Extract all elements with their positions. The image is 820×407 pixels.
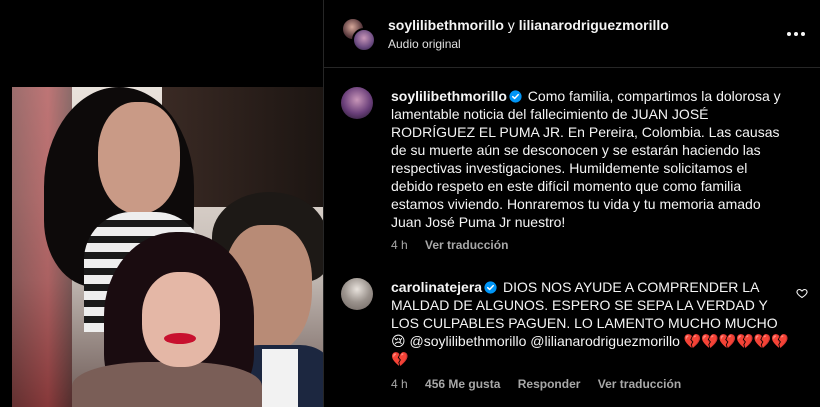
- photo-person-3-shirt: [262, 349, 298, 407]
- verified-badge-icon: [509, 90, 522, 103]
- avatar: [352, 28, 376, 52]
- reply-button[interactable]: Responder: [518, 377, 581, 391]
- caption-timestamp[interactable]: 4 h: [391, 238, 408, 252]
- author-link-2[interactable]: lilianarodriguezmorillo: [519, 17, 669, 33]
- post-side-panel: soylilibethmorillo y lilianarodriguezmor…: [323, 0, 820, 407]
- photo-person-1-face: [98, 102, 180, 214]
- caption-translate-button[interactable]: Ver traducción: [425, 238, 508, 252]
- caption: soylilibethmorillo Como familia, compart…: [324, 68, 820, 258]
- heart-icon[interactable]: [796, 287, 808, 299]
- avatar[interactable]: [341, 278, 373, 310]
- collab-avatars[interactable]: [341, 17, 376, 52]
- comment-body: carolinatejera DIOS NOS AYUDE A COMPREND…: [391, 278, 791, 368]
- caption-text: Como familia, compartimos la dolorosa y …: [391, 88, 781, 230]
- caption-meta: 4 h Ver traducción: [391, 238, 522, 252]
- author-link-1[interactable]: soylilibethmorillo: [388, 17, 504, 33]
- photo-person-2-lips: [164, 333, 196, 344]
- caption-body: soylilibethmorillo Como familia, compart…: [391, 87, 791, 231]
- post-photo[interactable]: [12, 87, 323, 407]
- comment-username[interactable]: carolinatejera: [391, 279, 482, 295]
- comment-meta: 4 h 456 Me gusta Responder Ver traducció…: [391, 377, 695, 391]
- post-authors: soylilibethmorillo y lilianarodriguezmor…: [388, 17, 669, 33]
- authors-connector: y: [507, 17, 515, 33]
- comment-likes-count[interactable]: 456 Me gusta: [425, 377, 500, 391]
- comment-translate-button[interactable]: Ver traducción: [598, 377, 681, 391]
- photo-person-2-body: [72, 362, 262, 407]
- caption-username[interactable]: soylilibethmorillo: [391, 88, 507, 104]
- photo-person-2-face: [142, 272, 220, 367]
- comment-item: carolinatejera DIOS NOS AYUDE A COMPREND…: [324, 258, 820, 407]
- audio-label[interactable]: Audio original: [388, 37, 461, 51]
- more-options-icon[interactable]: [787, 26, 805, 42]
- post-media-area: [0, 0, 323, 407]
- avatar[interactable]: [341, 87, 373, 119]
- post-header: soylilibethmorillo y lilianarodriguezmor…: [324, 0, 820, 68]
- verified-badge-icon: [484, 281, 497, 294]
- comment-timestamp[interactable]: 4 h: [391, 377, 408, 391]
